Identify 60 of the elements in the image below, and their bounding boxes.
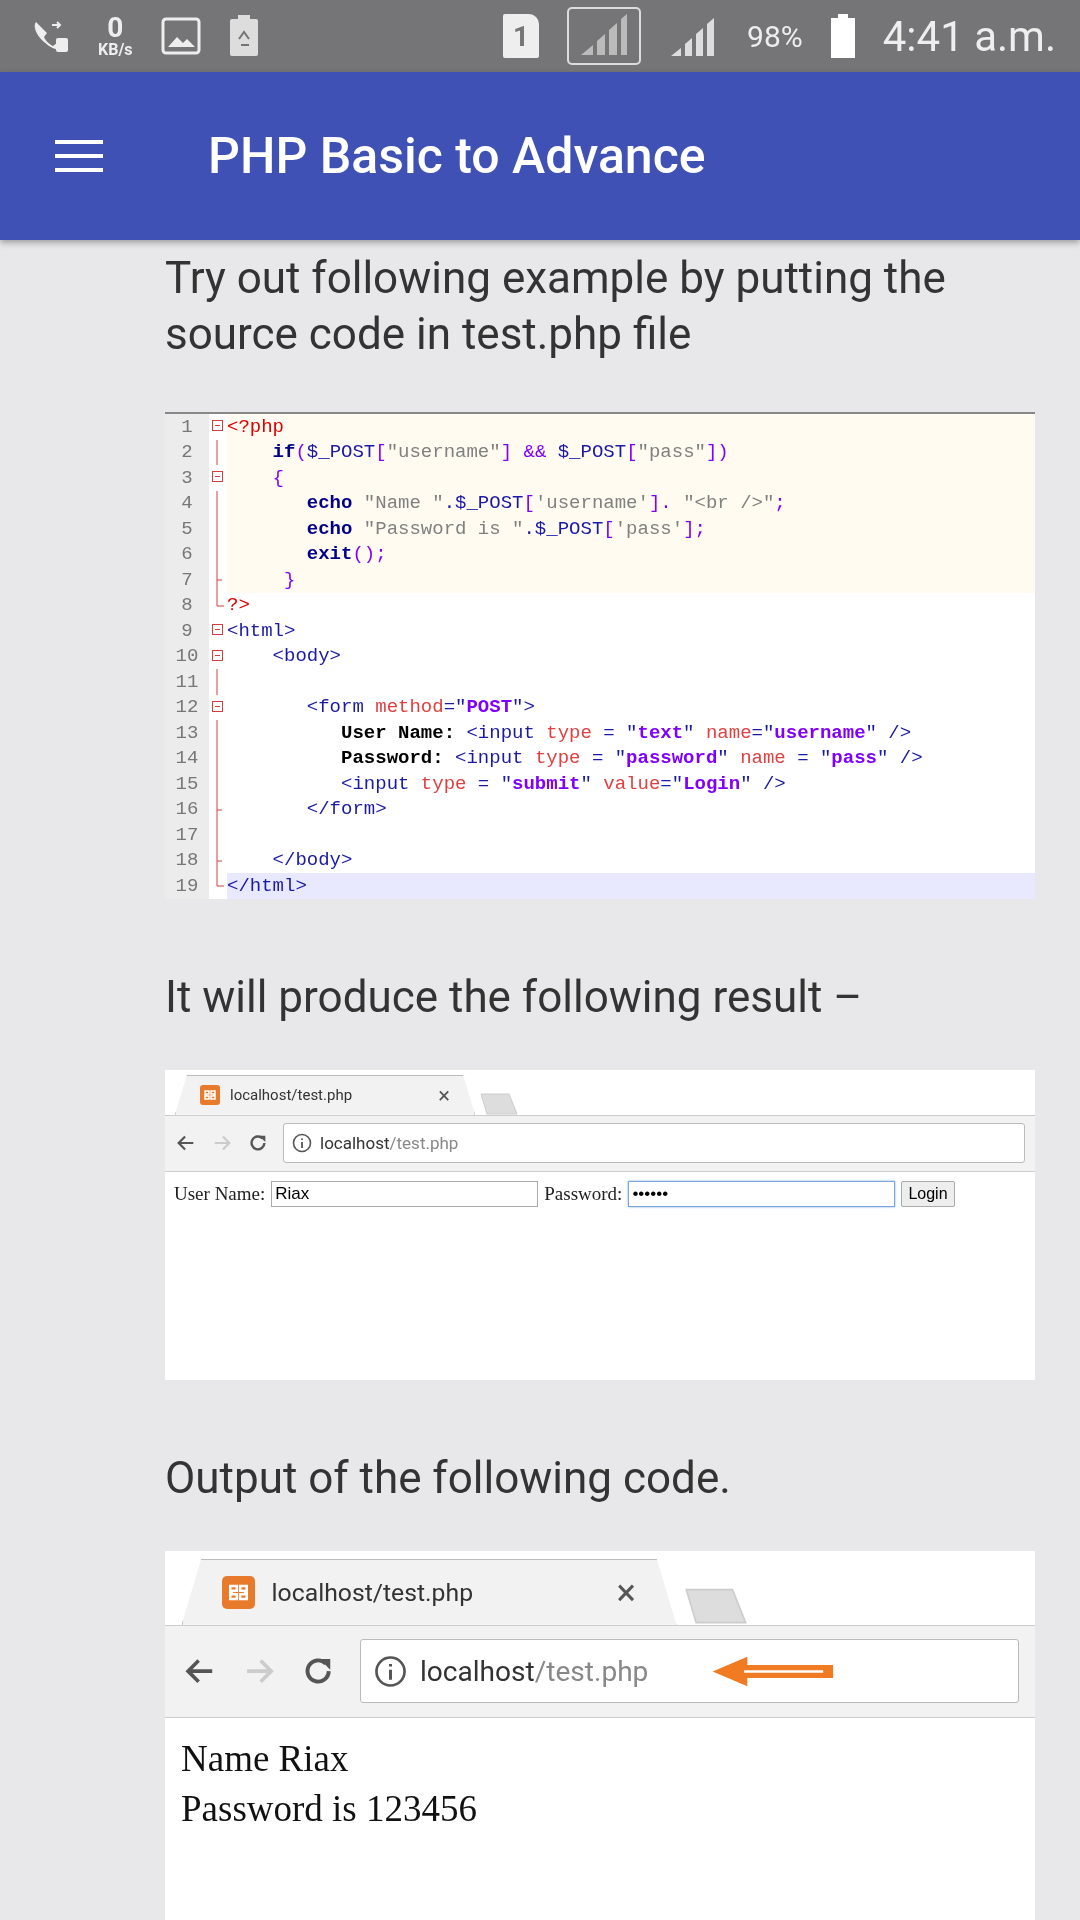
fold-line-icon [216, 669, 218, 695]
line-number: 9 [165, 618, 209, 644]
line-number: 18 [165, 847, 209, 873]
line-number: 11 [165, 669, 209, 695]
fold-toggle-icon[interactable] [212, 471, 224, 483]
url-text: localhost/test.php [320, 1133, 459, 1153]
favicon-icon [200, 1085, 220, 1105]
line-number: 4 [165, 490, 209, 516]
recycle-battery-icon [228, 15, 259, 57]
fold-toggle-icon[interactable] [212, 700, 224, 713]
line-number: 10 [165, 643, 209, 669]
line-number: 15 [165, 771, 209, 797]
fold-line-icon [216, 439, 218, 466]
input-field[interactable]: •••••• [628, 1180, 896, 1207]
tab-close-glyph: × [438, 1082, 450, 1108]
fold-corner-icon [216, 873, 226, 887]
battery-percent: 98% [747, 18, 803, 54]
line-number: 3 [165, 465, 209, 491]
url-text: localhost/test.php [420, 1654, 649, 1688]
line-number: 19 [165, 873, 209, 899]
line-number: 5 [165, 516, 209, 542]
line-number: 1 [165, 414, 209, 440]
line-number: 7 [165, 567, 209, 593]
favicon-icon [222, 1575, 256, 1609]
fold-toggle-icon[interactable] [212, 624, 224, 636]
tab-close-glyph: × [616, 1570, 636, 1614]
info-icon [373, 1654, 407, 1688]
line-number: 6 [165, 541, 209, 567]
battery-icon [830, 14, 855, 58]
line-number: 16 [165, 796, 209, 822]
line-number: 14 [165, 745, 209, 771]
fold-toggle-icon[interactable] [212, 420, 224, 432]
field-label: Password: [544, 1182, 623, 1205]
app-title: PHP Basic to Advance [208, 127, 706, 185]
output-line: Password is 123456 [181, 1786, 478, 1831]
fold-toggle-icon[interactable] [212, 649, 224, 662]
image-icon [160, 17, 201, 55]
login-button[interactable]: Login [901, 1180, 955, 1207]
signal-icon [567, 7, 642, 65]
line-number: 12 [165, 694, 209, 720]
output-heading: Output of the following code. [165, 1450, 732, 1506]
net-speed-value: 0 [107, 14, 124, 42]
sim-indicator: 1 [503, 14, 540, 58]
output-line: Name Riax [181, 1736, 349, 1781]
intro-text: Try out following example by putting the source code in test.php file [165, 251, 947, 362]
info-icon [292, 1133, 312, 1153]
tab-title: localhost/test.php [271, 1577, 475, 1607]
line-number: 2 [165, 439, 209, 465]
fold-line-icon [216, 822, 218, 848]
line-number: 13 [165, 720, 209, 746]
line-number: 8 [165, 592, 209, 618]
field-label: User Name: [174, 1182, 266, 1205]
fold-corner-icon [216, 592, 226, 607]
line-number: 17 [165, 822, 209, 848]
net-speed-unit: KB/s [98, 42, 133, 58]
tab-title: localhost/test.php [230, 1086, 354, 1104]
clock-time: 4:41 a.m. [882, 11, 1056, 61]
menu-icon[interactable] [55, 139, 103, 173]
input-field[interactable]: Riax [271, 1180, 539, 1207]
result-heading: It will produce the following result – [165, 969, 864, 1025]
